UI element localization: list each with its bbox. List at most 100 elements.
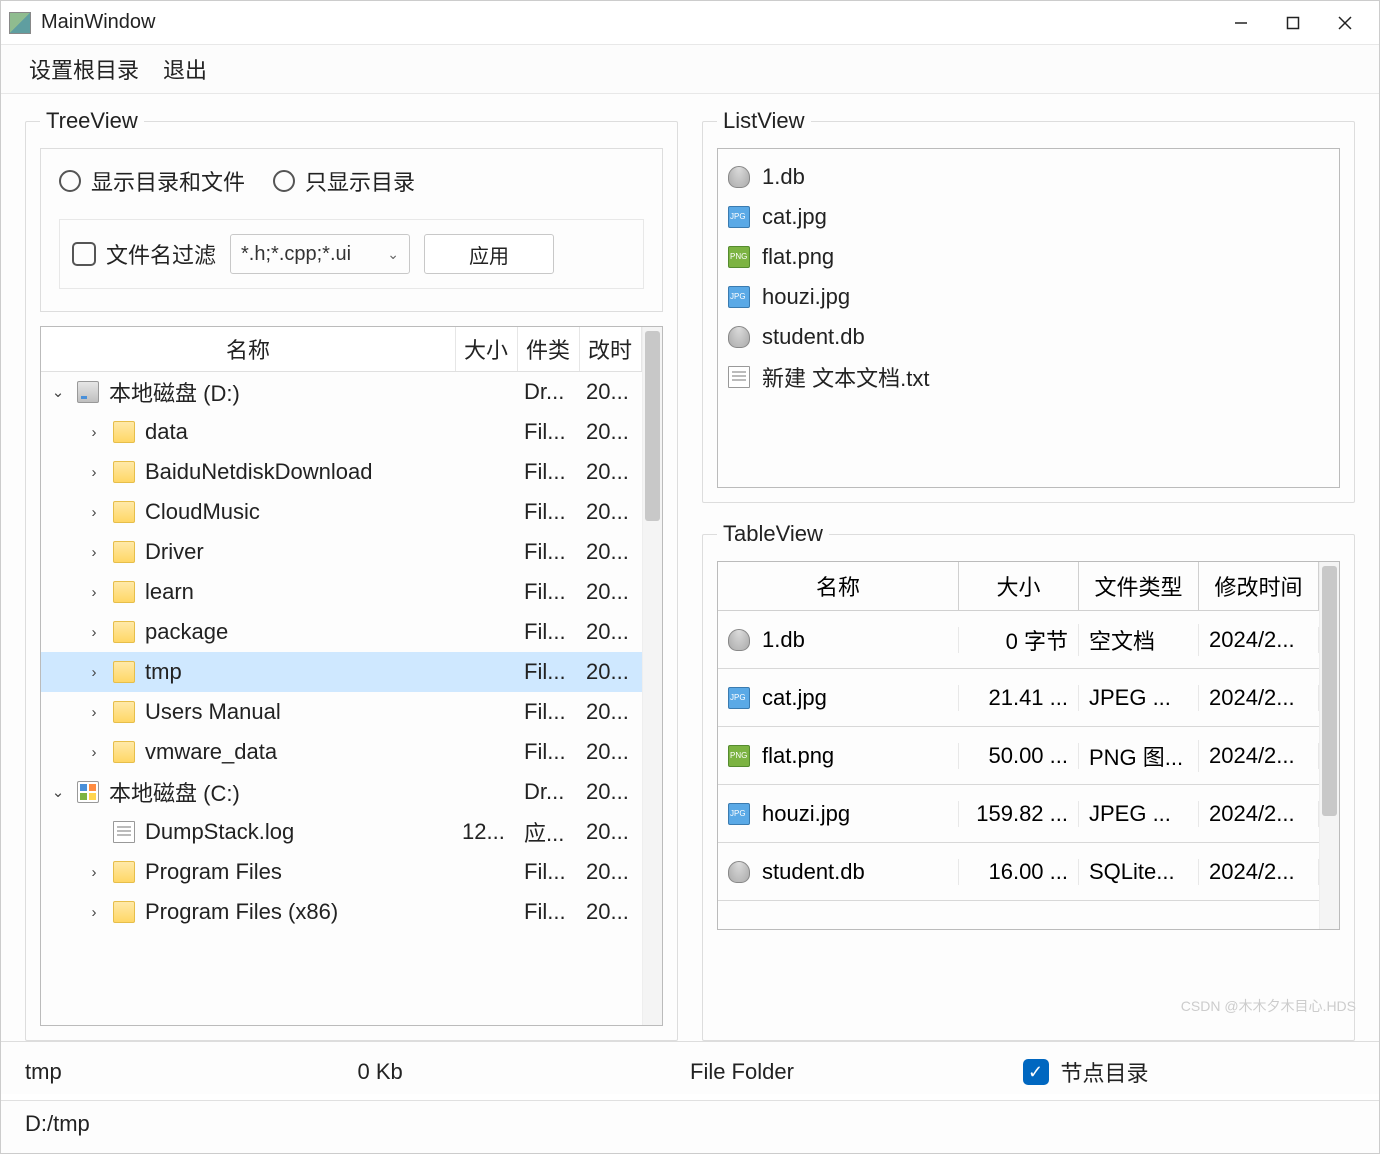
tree-row[interactable]: ›tmpFil...20... <box>41 652 642 692</box>
listview-legend: ListView <box>717 108 811 134</box>
expander-icon[interactable]: › <box>85 664 103 681</box>
tree-header-mod[interactable]: 改时 <box>580 327 642 371</box>
table-row[interactable]: flat.png50.00 ...PNG 图...2024/2... <box>718 727 1319 785</box>
content-area: TreeView 显示目录和文件 只显示目录 文件名过滤 <box>1 94 1379 1041</box>
status-name: tmp <box>25 1059 358 1085</box>
tree-item-label: Driver <box>145 539 204 565</box>
tree-row[interactable]: ›DriverFil...20... <box>41 532 642 572</box>
tree-row[interactable]: › Program Files Fil...20... <box>41 852 642 892</box>
folder-icon <box>113 901 135 923</box>
table-header-type[interactable]: 文件类型 <box>1079 562 1199 610</box>
tree-cell-type: 应... <box>518 816 580 848</box>
tree-row[interactable]: DumpStack.log12...应...20... <box>41 812 642 852</box>
list-item[interactable]: houzi.jpg <box>728 277 1329 317</box>
menu-set-root[interactable]: 设置根目录 <box>29 53 139 85</box>
expander-icon[interactable]: ⌄ <box>49 383 67 401</box>
tree-row[interactable]: ›BaiduNetdiskDownloadFil...20... <box>41 452 642 492</box>
tree-header-size[interactable]: 大小 <box>456 327 518 371</box>
expander-icon[interactable]: › <box>85 904 103 921</box>
table-header-size[interactable]: 大小 <box>959 562 1079 610</box>
tree-row[interactable]: ›dataFil...20... <box>41 412 642 452</box>
maximize-button[interactable] <box>1267 5 1319 41</box>
tree-cell-mod: 20... <box>580 899 642 925</box>
tree-row[interactable]: ⌄本地磁盘 (D:)Dr...20... <box>41 372 642 412</box>
tree-cell-mod: 20... <box>580 859 642 885</box>
table-cell-size: 0 字节 <box>959 624 1079 656</box>
list-item[interactable]: flat.png <box>728 237 1329 277</box>
table-row[interactable]: cat.jpg21.41 ...JPEG ...2024/2... <box>718 669 1319 727</box>
expander-icon[interactable]: › <box>85 864 103 881</box>
tree-cell-type: Dr... <box>518 379 580 405</box>
folder-icon <box>113 861 135 883</box>
expander-icon[interactable]: › <box>85 504 103 521</box>
radio-show-all[interactable]: 显示目录和文件 <box>59 165 245 197</box>
table-header-name[interactable]: 名称 <box>718 562 959 610</box>
expander-icon[interactable]: › <box>85 744 103 761</box>
table-cell-type: 空文档 <box>1079 624 1199 656</box>
table-row-empty <box>718 901 1319 929</box>
tree-cell-mod: 20... <box>580 379 642 405</box>
tree-item-label: CloudMusic <box>145 499 260 525</box>
filter-panel: 显示目录和文件 只显示目录 文件名过滤 *.h;*.cpp;*.ui ⌄ <box>40 148 663 312</box>
table-cell-mod: 2024/2... <box>1199 627 1319 653</box>
table-row[interactable]: 1.db0 字节空文档2024/2... <box>718 611 1319 669</box>
menu-exit[interactable]: 退出 <box>163 53 207 85</box>
tree-row[interactable]: ›Program Files (x86)Fil...20... <box>41 892 642 932</box>
expander-icon[interactable]: › <box>85 424 103 441</box>
combo-value: *.h;*.cpp;*.ui <box>241 243 351 266</box>
listview-group: ListView 1.dbcat.jpgflat.pnghouzi.jpgstu… <box>702 108 1355 503</box>
table-cell-mod: 2024/2... <box>1199 801 1319 827</box>
tree-cell-type: Fil... <box>518 859 580 885</box>
list-item[interactable]: 1.db <box>728 157 1329 197</box>
tree-item-label: Program Files <box>145 859 282 885</box>
table-header-mod[interactable]: 修改时间 <box>1199 562 1319 610</box>
table-scrollbar[interactable] <box>1319 562 1339 929</box>
tree-row[interactable]: ›CloudMusicFil...20... <box>41 492 642 532</box>
file-icon <box>728 366 750 388</box>
tree-cell-type: Fil... <box>518 419 580 445</box>
tree-row[interactable]: ›packageFil...20... <box>41 612 642 652</box>
table-cell-type: JPEG ... <box>1079 685 1199 711</box>
check-filename-filter[interactable]: 文件名过滤 <box>72 238 216 270</box>
list-item[interactable]: cat.jpg <box>728 197 1329 237</box>
filter-combo[interactable]: *.h;*.cpp;*.ui ⌄ <box>230 234 410 274</box>
img-icon <box>728 286 750 308</box>
table-cell-name: cat.jpg <box>718 685 959 711</box>
table-cell-name: flat.png <box>718 743 959 769</box>
table-row[interactable]: student.db16.00 ...SQLite...2024/2... <box>718 843 1319 901</box>
minimize-button[interactable] <box>1215 5 1267 41</box>
tree-row[interactable]: ›vmware_dataFil...20... <box>41 732 642 772</box>
tree-scrollbar[interactable] <box>642 327 662 1025</box>
status-node-checkbox[interactable]: ✓ 节点目录 <box>1023 1056 1149 1088</box>
expander-icon[interactable]: › <box>85 704 103 721</box>
list-item[interactable]: 新建 文本文档.txt <box>728 357 1329 397</box>
tree-header-type[interactable]: 件类 <box>518 327 580 371</box>
tree-cell-size: 12... <box>456 819 518 845</box>
expander-icon[interactable]: › <box>85 624 103 641</box>
expander-icon[interactable]: › <box>85 544 103 561</box>
tableview[interactable]: 名称 大小 文件类型 修改时间 1.db0 字节空文档2024/2...cat.… <box>717 561 1340 930</box>
listview[interactable]: 1.dbcat.jpgflat.pnghouzi.jpgstudent.db新建… <box>717 148 1340 488</box>
list-item[interactable]: student.db <box>728 317 1329 357</box>
treeview-legend: TreeView <box>40 108 144 134</box>
radio-show-dirs[interactable]: 只显示目录 <box>273 165 415 197</box>
tree-item-label: vmware_data <box>145 739 277 765</box>
tree-row[interactable]: ⌄本地磁盘 (C:)Dr...20... <box>41 772 642 812</box>
tree-item-label: Users Manual <box>145 699 281 725</box>
tree-row[interactable]: ›learnFil...20... <box>41 572 642 612</box>
checkbox-checked-icon: ✓ <box>1023 1059 1049 1085</box>
db-icon <box>728 861 750 883</box>
tree-row[interactable]: ›Users ManualFil...20... <box>41 692 642 732</box>
tree-cell-type: Fil... <box>518 459 580 485</box>
close-button[interactable] <box>1319 5 1371 41</box>
tree-cell-type: Fil... <box>518 619 580 645</box>
tree-header-name[interactable]: 名称 <box>41 327 456 371</box>
tree-cell-type: Fil... <box>518 579 580 605</box>
expander-icon[interactable]: › <box>85 584 103 601</box>
table-row[interactable]: houzi.jpg159.82 ...JPEG ...2024/2... <box>718 785 1319 843</box>
table-cell-name: 1.db <box>718 627 959 653</box>
treeview[interactable]: 名称 大小 件类 改时 ⌄本地磁盘 (D:)Dr...20...›dataFil… <box>40 326 663 1026</box>
apply-button[interactable]: 应用 <box>424 234 554 274</box>
expander-icon[interactable]: ⌄ <box>49 783 67 801</box>
expander-icon[interactable]: › <box>85 464 103 481</box>
